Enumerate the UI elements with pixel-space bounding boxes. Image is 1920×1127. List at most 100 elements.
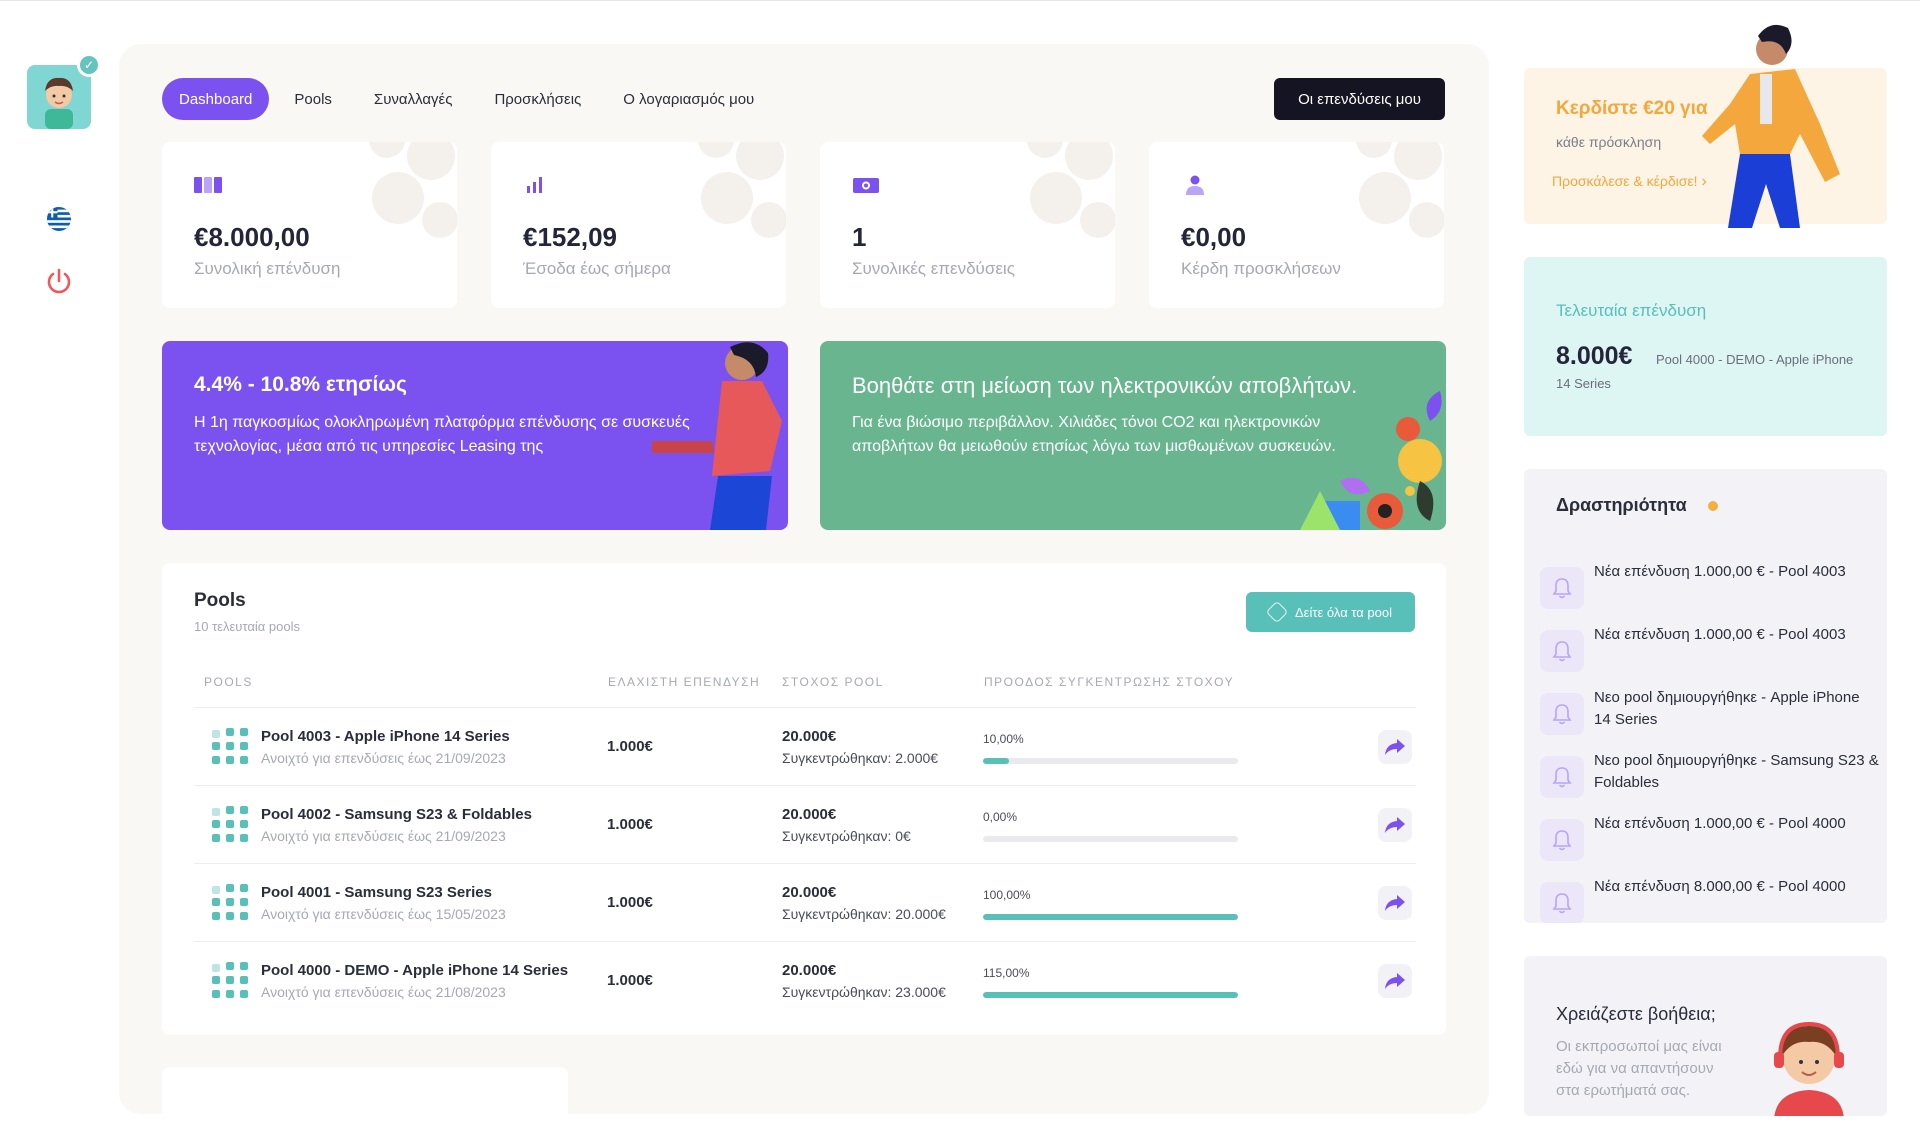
activity-status-dot xyxy=(1708,501,1718,511)
stat-label: Συνολική επένδυση xyxy=(194,259,341,278)
promo-subtitle: κάθε πρόσκληση xyxy=(1556,134,1662,150)
left-sidebar: ✓ xyxy=(0,0,118,1103)
pool-target: 20.000€ xyxy=(782,806,837,823)
bell-icon xyxy=(1540,630,1584,672)
pool-open-until: Ανοιχτό για επενδύσεις έως 15/05/2023 xyxy=(261,906,506,922)
col-header-pools: POOLS xyxy=(204,675,253,689)
pool-name[interactable]: Pool 4002 - Samsung S23 & Foldables xyxy=(261,806,532,823)
list-item[interactable]: Νέα επένδυση 1.000,00 € - Pool 4003 xyxy=(1540,561,1880,617)
table-row[interactable]: Pool 4002 - Samsung S23 & Foldables Ανοι… xyxy=(194,785,1416,863)
pool-target: 20.000€ xyxy=(782,884,837,901)
activity-text: Νέα επένδυση 1.000,00 € - Pool 4000 xyxy=(1594,815,1846,832)
pool-name[interactable]: Pool 4003 - Apple iPhone 14 Series xyxy=(261,728,510,745)
eco-banner: Βοηθάτε στη μείωση των ηλεκτρονικών αποβ… xyxy=(820,341,1446,530)
activity-text: Νέα επένδυση 1.000,00 € - Pool 4003 xyxy=(1594,626,1846,643)
list-item[interactable]: Νεο pool δημιουργήθηκε - Apple iPhone 14… xyxy=(1540,687,1880,743)
pool-progress-bar xyxy=(983,992,1238,998)
last-investment-pool: Pool 4000 - DEMO - Apple iPhone 14 Serie… xyxy=(1556,352,1854,391)
bottom-card xyxy=(162,1067,568,1127)
verified-check-icon: ✓ xyxy=(77,53,101,77)
tab-pools[interactable]: Pools xyxy=(277,78,349,120)
walking-person-illustration xyxy=(1702,24,1840,228)
bell-icon xyxy=(1540,756,1584,798)
stat-card-total-investment: €8.000,00 Συνολική επένδυση xyxy=(162,142,457,308)
pool-progress-bar xyxy=(983,914,1238,920)
tab-transactions[interactable]: Συναλλαγές xyxy=(357,78,470,120)
pools-subtitle: 10 τελευταία pools xyxy=(194,619,300,634)
banner-title: Βοηθάτε στη μείωση των ηλεκτρονικών αποβ… xyxy=(852,373,1358,398)
activity-card: Δραστηριότητα Νέα επένδυση 1.000,00 € - … xyxy=(1524,469,1887,923)
bell-icon xyxy=(1540,882,1584,923)
flowers-illustration xyxy=(1300,391,1442,530)
table-row[interactable]: Pool 4001 - Samsung S23 Series Ανοιχτό γ… xyxy=(194,863,1416,941)
progress-fill xyxy=(983,758,1009,764)
pool-open-until: Ανοιχτό για επενδύσεις έως 21/09/2023 xyxy=(261,828,506,844)
grid-icon xyxy=(212,962,252,1000)
col-header-progress: ΠΡΟΟΔΟΣ ΣΥΓΚΕΝΤΡΩΣΗΣ ΣΤΟΧΟΥ xyxy=(984,675,1235,689)
stat-card-referral-earnings: €0,00 Κέρδη προσκλήσεων xyxy=(1149,142,1444,308)
banner-title: 4.4% - 10.8% ετησίως xyxy=(194,373,407,396)
bell-icon xyxy=(1540,819,1584,861)
pool-open-until: Ανοιχτό για επενδύσεις έως 21/09/2023 xyxy=(261,750,506,766)
stat-label: Κέρδη προσκλήσεων xyxy=(1181,259,1341,278)
pool-min-investment: 1.000€ xyxy=(607,972,653,989)
list-item[interactable]: Νέα επένδυση 1.000,00 € - Pool 4003 xyxy=(1540,624,1880,680)
help-text: Οι εκπροσωποί μας είναι εδώ για να απαντ… xyxy=(1556,1038,1722,1099)
pool-collected: Συγκεντρώθηκαν: 0€ xyxy=(782,828,911,844)
pool-progress-label: 115,00% xyxy=(983,966,1030,980)
share-icon[interactable] xyxy=(1378,886,1412,920)
table-row[interactable]: Pool 4003 - Apple iPhone 14 Series Ανοιχ… xyxy=(194,707,1416,785)
pool-min-investment: 1.000€ xyxy=(607,816,653,833)
bell-icon xyxy=(1540,693,1584,735)
list-item[interactable]: Νέα επένδυση 1.000,00 € - Pool 4000 xyxy=(1540,813,1880,869)
my-investments-button[interactable]: Οι επενδύσεις μου xyxy=(1274,78,1445,120)
stat-value: €0,00 xyxy=(1181,222,1247,252)
list-item[interactable]: Νεο pool δημιουργήθηκε - Samsung S23 & F… xyxy=(1540,750,1880,806)
pool-target: 20.000€ xyxy=(782,728,837,745)
share-icon[interactable] xyxy=(1378,730,1412,764)
col-header-target: ΣΤΟΧΟΣ POOL xyxy=(782,675,884,689)
invite-earn-link[interactable]: Προσκάλεσε & κέρδισε! › xyxy=(1552,173,1707,191)
stat-label: Έσοδα έως σήμερα xyxy=(523,259,671,278)
pool-name[interactable]: Pool 4001 - Samsung S23 Series xyxy=(261,884,492,901)
banner-text: Η 1η παγκοσμίως ολοκληρωμένη πλατφόρμα ε… xyxy=(194,414,690,455)
tab-invitations[interactable]: Προσκλήσεις xyxy=(477,78,598,120)
share-icon[interactable] xyxy=(1378,808,1412,842)
table-row[interactable]: Pool 4000 - DEMO - Apple iPhone 14 Serie… xyxy=(194,941,1416,1019)
columns-icon xyxy=(194,177,222,193)
col-header-min-investment: ΕΛΑΧΙΣΤΗ ΕΠΕΝΔΥΣΗ xyxy=(608,675,761,689)
bar-chart-icon xyxy=(527,177,542,193)
help-card[interactable]: Χρειάζεστε βοήθεια; Οι εκπροσωποί μας εί… xyxy=(1524,956,1887,1116)
user-icon xyxy=(1186,175,1204,195)
share-icon[interactable] xyxy=(1378,964,1412,998)
stat-card-total-investments: 1 Συνολικές επενδύσεις xyxy=(820,142,1115,308)
invite-earn-label: Προσκάλεσε & κέρδισε! xyxy=(1552,173,1698,189)
money-icon xyxy=(853,178,879,193)
last-investment-title: Τελευταία επένδυση xyxy=(1556,301,1707,320)
person-illustration xyxy=(652,342,782,530)
main-nav: Dashboard Pools Συναλλαγές Προσκλήσεις Ο… xyxy=(162,78,779,120)
list-item[interactable]: Νέα επένδυση 8.000,00 € - Pool 4000 xyxy=(1540,876,1880,923)
power-logout-icon[interactable] xyxy=(44,266,74,296)
pool-progress-label: 100,00% xyxy=(983,888,1031,902)
pool-name[interactable]: Pool 4000 - DEMO - Apple iPhone 14 Serie… xyxy=(261,962,568,979)
pool-target: 20.000€ xyxy=(782,962,837,979)
stat-label: Συνολικές επενδύσεις xyxy=(852,259,1015,278)
pool-progress-label: 10,00% xyxy=(983,732,1024,746)
activity-text: Νεο pool δημιουργήθηκε - Apple iPhone 14… xyxy=(1594,689,1860,728)
stat-value: €152,09 xyxy=(523,222,617,252)
yield-banner: 4.4% - 10.8% ετησίως Η 1η παγκοσμίως ολο… xyxy=(162,341,788,530)
see-all-pools-button[interactable]: Δείτε όλα τα pool xyxy=(1246,592,1415,632)
pools-title: Pools xyxy=(194,590,246,611)
pool-progress-bar xyxy=(983,836,1238,842)
help-title: Χρειάζεστε βοήθεια; xyxy=(1556,1004,1716,1024)
promo-title: Κερδίστε €20 για xyxy=(1556,98,1708,119)
progress-fill xyxy=(983,992,1238,998)
activity-text: Νέα επένδυση 8.000,00 € - Pool 4000 xyxy=(1594,878,1846,895)
tab-dashboard[interactable]: Dashboard xyxy=(162,78,270,120)
last-investment-card[interactable]: Τελευταία επένδυση 8.000€ Pool 4000 - DE… xyxy=(1524,257,1887,436)
see-all-label: Δείτε όλα τα pool xyxy=(1295,604,1392,620)
tab-my-account[interactable]: Ο λογαριασμός μου xyxy=(606,78,771,120)
greek-flag-icon[interactable] xyxy=(47,207,71,231)
grid-icon xyxy=(212,806,252,844)
